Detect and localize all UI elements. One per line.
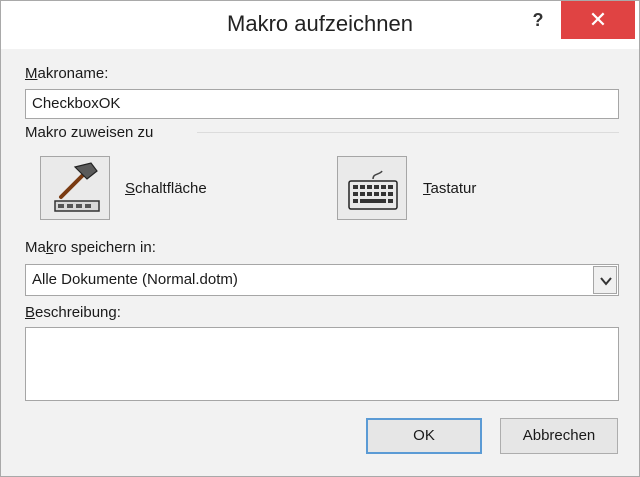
assign-keyboard-label: Tastatur <box>423 180 476 197</box>
macro-record-dialog: Makro aufzeichnen ? ✕ Makroname: Checkbo… <box>0 0 640 477</box>
assign-keyboard-label-mnemonic: T <box>423 180 431 197</box>
assign-keyboard-label-text: astatur <box>430 180 477 197</box>
ok-button[interactable]: OK <box>366 418 482 454</box>
macro-name-label-mnemonic: M <box>25 65 38 82</box>
assign-button-label-text: chaltfläche <box>135 180 207 197</box>
keyboard-icon <box>348 170 398 210</box>
store-in-label-text: ro speichern in: <box>53 239 156 256</box>
assign-keyboard-button[interactable] <box>337 156 407 220</box>
store-in-dropdown-button[interactable] <box>593 266 617 294</box>
store-in-label-pre: Ma <box>25 239 46 256</box>
macro-name-input[interactable]: CheckboxOK <box>25 89 619 119</box>
macro-name-label-text: akroname: <box>37 65 109 82</box>
assign-section-label: Makro zuweisen zu <box>25 124 154 141</box>
section-divider <box>197 132 619 133</box>
close-button[interactable]: ✕ <box>561 1 635 39</box>
assign-button-label-mnemonic: S <box>125 180 136 197</box>
macro-name-label: Makroname: <box>25 65 108 82</box>
description-input[interactable] <box>25 327 619 401</box>
assign-button-label: Schaltfläche <box>125 180 207 197</box>
store-in-selected-value: Alle Dokumente (Normal.dotm) <box>32 271 238 288</box>
cancel-button[interactable]: Abbrechen <box>500 418 618 454</box>
description-label-mnemonic: B <box>25 304 36 321</box>
help-button[interactable]: ? <box>523 7 553 33</box>
chevron-down-icon <box>600 277 612 286</box>
store-in-select[interactable]: Alle Dokumente (Normal.dotm) <box>25 264 619 296</box>
close-icon: ✕ <box>588 7 608 32</box>
description-label: Beschreibung: <box>25 304 121 321</box>
assign-button-button[interactable] <box>40 156 110 220</box>
title-bar: Makro aufzeichnen ? ✕ <box>1 1 639 49</box>
hammer-button-icon <box>54 162 100 212</box>
description-label-text: eschreibung: <box>35 304 121 321</box>
store-in-label: Makro speichern in: <box>25 239 156 256</box>
